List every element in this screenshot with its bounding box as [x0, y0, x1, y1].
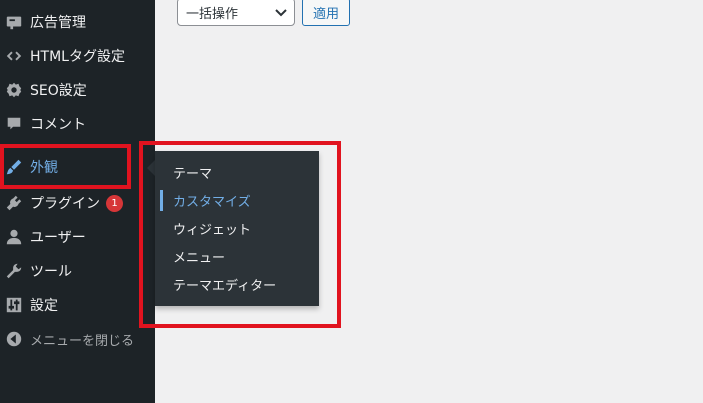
sidebar-item-seo[interactable]: SEO設定 — [0, 73, 155, 107]
user-icon — [4, 227, 24, 247]
submenu-item-menus[interactable]: メニュー — [155, 242, 319, 270]
submenu-item-label: テーマエディター — [173, 278, 277, 294]
paintbrush-icon — [4, 157, 24, 177]
collapse-arrow-icon — [4, 329, 24, 349]
sidebar-item-label: 広告管理 — [30, 15, 86, 31]
sidebar-item-appearance[interactable]: 外観 — [0, 150, 155, 184]
sidebar-item-ads[interactable]: 広告管理 — [0, 5, 155, 39]
sidebar-item-label: 外観 — [30, 160, 58, 176]
bulk-action-value: 一括操作 — [186, 6, 239, 22]
submenu-item-theme-editor[interactable]: テーマエディター — [155, 270, 319, 298]
submenu-item-label: テーマ — [173, 166, 213, 182]
comment-icon — [4, 114, 24, 134]
update-count-badge: 1 — [106, 194, 123, 212]
sidebar-item-html-tags[interactable]: HTMLタグ設定 — [0, 39, 155, 73]
collapse-menu-label: メニューを閉じる — [30, 333, 135, 349]
settings-sliders-icon — [4, 295, 24, 315]
sidebar-item-label: HTMLタグ設定 — [30, 49, 125, 65]
collapse-menu-button[interactable]: メニューを閉じる — [0, 322, 155, 356]
sidebar-item-label: SEO設定 — [30, 83, 87, 99]
submenu-item-customize[interactable]: カスタマイズ — [155, 186, 319, 214]
chevron-down-icon — [275, 9, 287, 17]
sidebar-item-label: ツール — [30, 264, 72, 280]
admin-sidebar: 広告管理 HTMLタグ設定 SEO設定 コメント 外観 プラグイン 1 ユーザー… — [0, 0, 155, 403]
sidebar-item-comments[interactable]: コメント — [0, 107, 155, 141]
apply-label: 適用 — [312, 6, 339, 22]
apply-button[interactable]: 適用 — [302, 0, 350, 26]
ad-icon — [4, 12, 24, 32]
gear-icon — [4, 80, 24, 100]
sidebar-item-settings[interactable]: 設定 — [0, 288, 155, 322]
submenu-item-label: メニュー — [173, 250, 226, 266]
sidebar-item-plugins[interactable]: プラグイン 1 — [0, 186, 155, 220]
wrench-icon — [4, 261, 24, 281]
sidebar-item-tools[interactable]: ツール — [0, 254, 155, 288]
code-icon — [4, 46, 24, 66]
appearance-submenu: テーマ カスタマイズ ウィジェット メニュー テーマエディター — [155, 151, 319, 306]
sidebar-item-label: プラグイン — [30, 196, 100, 212]
sidebar-item-label: ユーザー — [30, 230, 86, 246]
sidebar-item-label: コメント — [30, 117, 86, 133]
sidebar-item-label: 設定 — [30, 298, 58, 314]
submenu-item-label: カスタマイズ — [173, 194, 251, 210]
submenu-item-widgets[interactable]: ウィジェット — [155, 214, 319, 242]
flyout-pointer — [147, 160, 155, 176]
bulk-action-select[interactable]: 一括操作 — [177, 0, 295, 26]
plugin-icon — [4, 193, 24, 213]
submenu-item-themes[interactable]: テーマ — [155, 158, 319, 186]
sidebar-item-users[interactable]: ユーザー — [0, 220, 155, 254]
submenu-item-label: ウィジェット — [173, 222, 252, 238]
